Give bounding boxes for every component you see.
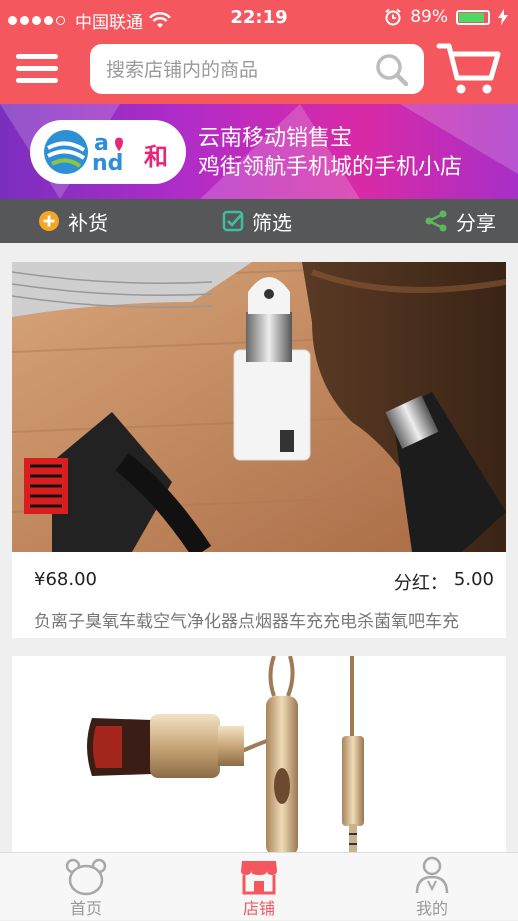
product-commission: 分红： 5.00 (394, 569, 494, 595)
commission-label: 分红： (393, 573, 448, 594)
banner-title: 云南移动销售宝 鸡街领航手机城的手机小店 (198, 124, 462, 182)
battery-icon (456, 9, 490, 25)
logo-text: 和 (144, 143, 168, 171)
share-button[interactable]: 分享 (424, 199, 496, 243)
product-price: ¥68.00 (34, 569, 97, 590)
search-input[interactable] (104, 44, 368, 96)
banner-line1: 云南移动销售宝 (198, 126, 353, 151)
user-icon (415, 856, 449, 894)
product-card[interactable] (12, 656, 506, 856)
tab-store-label: 店铺 (242, 899, 275, 918)
cmcc-logo: a nd 和 (30, 120, 186, 184)
store-banner: a nd 和 云南移动销售宝 鸡街领航手机城的手机小店 (0, 104, 518, 199)
battery-percent: 89% (410, 7, 448, 27)
svg-text:nd: nd (92, 151, 123, 176)
product-card[interactable]: ¥68.00 分红： 5.00 负离子臭氧车载空气净化器点烟器车充充电杀菌氧吧车… (12, 262, 506, 638)
menu-button[interactable] (16, 54, 58, 86)
restock-label: 补货 (68, 210, 108, 235)
share-label: 分享 (456, 210, 496, 235)
share-icon (425, 210, 447, 232)
banner-line2: 鸡街领航手机城的手机小店 (198, 155, 463, 180)
app-header (0, 36, 518, 104)
search-icon[interactable] (374, 52, 410, 88)
filter-button[interactable]: 筛选 (222, 199, 292, 243)
tab-store[interactable]: 店铺 (199, 853, 319, 921)
tab-home[interactable]: 首页 (26, 853, 146, 921)
checkbox-icon (222, 210, 244, 232)
search-bar[interactable] (90, 44, 424, 96)
status-right: 89% (384, 7, 508, 27)
plus-circle-icon (39, 211, 59, 231)
bear-home-icon (65, 858, 107, 896)
filter-label: 筛选 (252, 210, 292, 235)
product-image[interactable] (12, 656, 506, 856)
tab-profile-label: 我的 (415, 899, 448, 918)
status-bar: 中国联通 22:19 89% (0, 0, 518, 36)
tab-bar: 首页 店铺 我的 (0, 852, 518, 920)
alarm-icon (385, 8, 401, 26)
tab-profile[interactable]: 我的 (372, 853, 492, 921)
store-icon (241, 861, 277, 895)
cart-icon[interactable] (436, 40, 502, 96)
charging-icon (498, 9, 508, 25)
product-name[interactable]: 负离子臭氧车载空气净化器点烟器车充充电杀菌氧吧车充 (34, 607, 459, 632)
product-image[interactable] (12, 262, 506, 552)
store-toolbar: 补货 筛选 分享 (0, 199, 518, 243)
tab-home-label: 首页 (69, 899, 102, 918)
commission-value: 5.00 (453, 569, 494, 590)
restock-button[interactable]: 补货 (38, 199, 108, 243)
